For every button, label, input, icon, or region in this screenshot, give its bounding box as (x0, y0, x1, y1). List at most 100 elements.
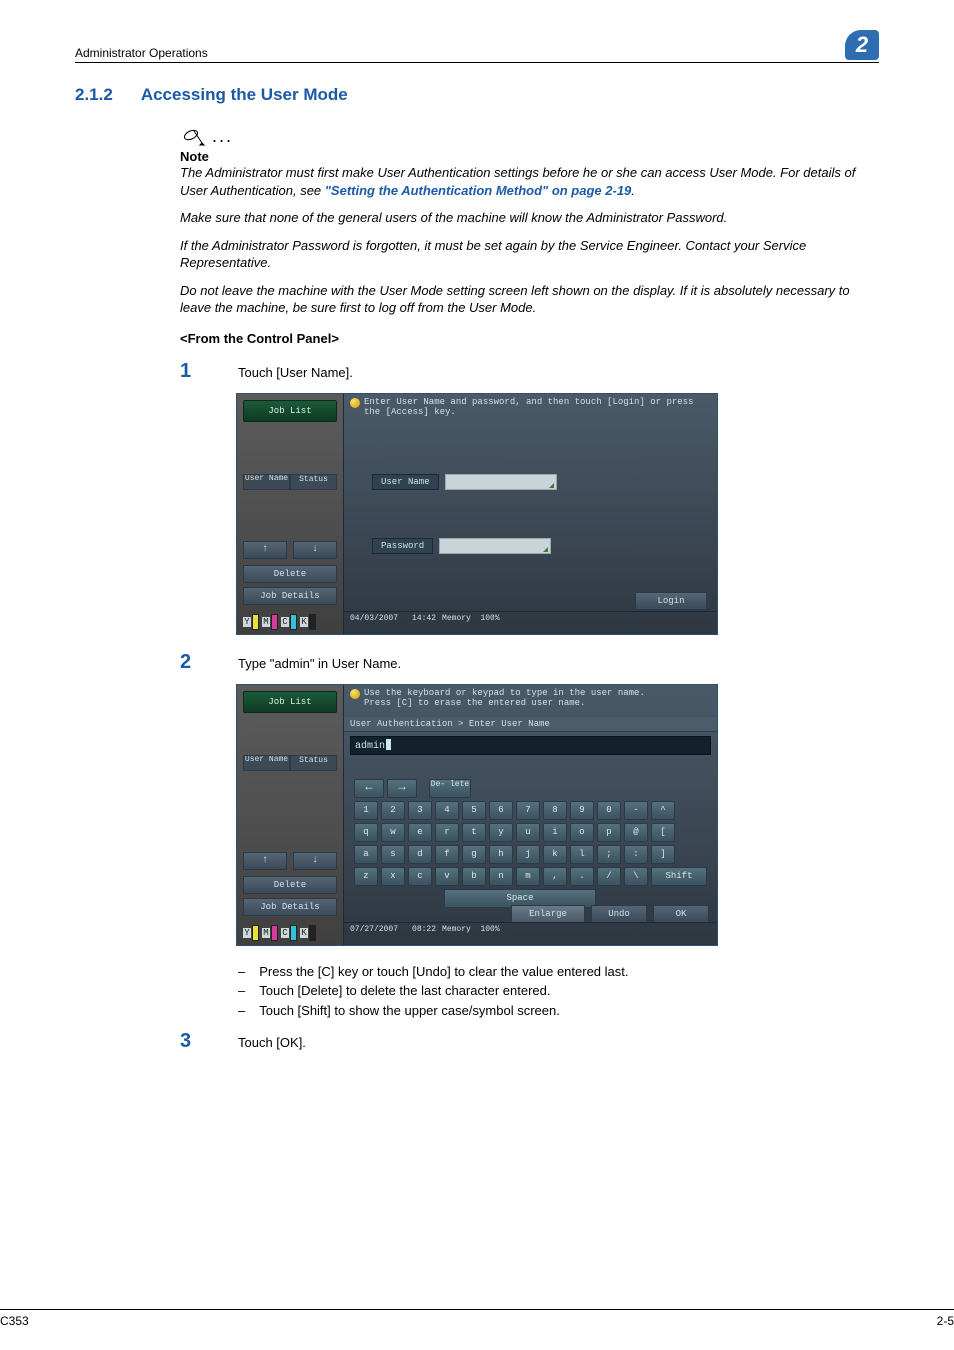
key-q[interactable]: q (354, 823, 378, 842)
key-h[interactable]: h (489, 845, 513, 864)
breadcrumb: User Authentication > Enter User Name (344, 717, 717, 732)
key-b[interactable]: b (462, 867, 486, 886)
key-left[interactable]: ← (354, 779, 384, 798)
key-2[interactable]: 2 (381, 801, 405, 820)
key-o[interactable]: o (570, 823, 594, 842)
key--[interactable]: - (624, 801, 648, 820)
key-v[interactable]: v (435, 867, 459, 886)
key-shift[interactable]: Shift (651, 867, 707, 886)
key-delete[interactable]: De- lete (429, 779, 471, 798)
key-g[interactable]: g (462, 845, 486, 864)
key-k[interactable]: k (543, 845, 567, 864)
step-3-number: 3 (180, 1030, 238, 1053)
bullet-2: Touch [Delete] to delete the last charac… (259, 981, 550, 1001)
key-x[interactable]: x (381, 867, 405, 886)
delete-button[interactable]: Delete (243, 565, 337, 583)
job-details-button[interactable]: Job Details (243, 587, 337, 605)
tab-status-2[interactable]: Status (290, 755, 337, 771)
key-\[interactable]: \ (624, 867, 648, 886)
arrow-down-button-2[interactable]: ↓ (293, 852, 337, 870)
key-@[interactable]: @ (624, 823, 648, 842)
key-3[interactable]: 3 (408, 801, 432, 820)
key-c[interactable]: c (408, 867, 432, 886)
step-1-text: Touch [User Name]. (238, 364, 879, 382)
key-d[interactable]: d (408, 845, 432, 864)
tab-user-name[interactable]: User Name (243, 474, 290, 490)
arrow-up-button[interactable]: ↑ (243, 541, 287, 559)
key-^[interactable]: ^ (651, 801, 675, 820)
arrow-up-button-2[interactable]: ↑ (243, 852, 287, 870)
key-j[interactable]: j (516, 845, 540, 864)
key-w[interactable]: w (381, 823, 405, 842)
key-[[interactable]: [ (651, 823, 675, 842)
enlarge-button[interactable]: Enlarge (511, 905, 585, 923)
user-name-field[interactable] (445, 474, 557, 490)
undo-button[interactable]: Undo (591, 905, 647, 923)
key-l[interactable]: l (570, 845, 594, 864)
header-section: Administrator Operations (75, 46, 208, 60)
entered-user-name-field[interactable]: admin (350, 736, 711, 755)
ok-button[interactable]: OK (653, 905, 709, 923)
job-list-button-2[interactable]: Job List (243, 691, 337, 713)
tab-user-name-2[interactable]: User Name (243, 755, 290, 771)
note-link-auth-method[interactable]: "Setting the Authentication Method" on p… (325, 183, 632, 198)
job-list-button[interactable]: Job List (243, 400, 337, 422)
note-paragraph-4: Do not leave the machine with the User M… (180, 282, 879, 317)
key-9[interactable]: 9 (570, 801, 594, 820)
memory-label: Memory (442, 614, 471, 623)
key-:[interactable]: : (624, 845, 648, 864)
bullet-dash: – (238, 962, 245, 982)
key-/[interactable]: / (597, 867, 621, 886)
key-t[interactable]: t (462, 823, 486, 842)
step-2-text: Type "admin" in User Name. (238, 655, 879, 673)
password-field[interactable] (439, 538, 551, 554)
key-z[interactable]: z (354, 867, 378, 886)
footer-model: C353 (0, 1314, 29, 1328)
key-a[interactable]: a (354, 845, 378, 864)
entered-user-name-value: admin (355, 741, 385, 752)
key-8[interactable]: 8 (543, 801, 567, 820)
step-1-number: 1 (180, 360, 238, 383)
key-7[interactable]: 7 (516, 801, 540, 820)
key-f[interactable]: f (435, 845, 459, 864)
key-1[interactable]: 1 (354, 801, 378, 820)
key-0[interactable]: 0 (597, 801, 621, 820)
step-3-text: Touch [OK]. (238, 1034, 879, 1052)
section-title: Accessing the User Mode (141, 85, 348, 105)
key-s[interactable]: s (381, 845, 405, 864)
key-.[interactable]: . (570, 867, 594, 886)
toner-levels-2: Y M C K (243, 925, 337, 941)
job-details-button-2[interactable]: Job Details (243, 898, 337, 916)
key-n[interactable]: n (489, 867, 513, 886)
arrow-down-button[interactable]: ↓ (293, 541, 337, 559)
key-,[interactable]: , (543, 867, 567, 886)
key-][interactable]: ] (651, 845, 675, 864)
memory-label-2: Memory (442, 925, 471, 934)
key-5[interactable]: 5 (462, 801, 486, 820)
key-u[interactable]: u (516, 823, 540, 842)
login-button[interactable]: Login (635, 592, 707, 610)
panel1-date: 04/03/2007 (350, 614, 398, 632)
from-control-panel-heading: <From the Control Panel> (180, 331, 879, 346)
key-6[interactable]: 6 (489, 801, 513, 820)
key-e[interactable]: e (408, 823, 432, 842)
key-m[interactable]: m (516, 867, 540, 886)
keyboard-hint-text: Use the keyboard or keypad to type in th… (364, 688, 645, 708)
bullet-3: Touch [Shift] to show the upper case/sym… (259, 1001, 560, 1021)
key-r[interactable]: r (435, 823, 459, 842)
panel2-time: 08:22 (412, 925, 436, 943)
key-i[interactable]: i (543, 823, 567, 842)
key-p[interactable]: p (597, 823, 621, 842)
section-number: 2.1.2 (75, 85, 113, 105)
delete-button-2[interactable]: Delete (243, 876, 337, 894)
key-y[interactable]: y (489, 823, 513, 842)
onscreen-keyboard: ← → De- lete 1234567890-^ qwertyuiop@[ a… (344, 769, 717, 908)
key-right[interactable]: → (387, 779, 417, 798)
step-2-number: 2 (180, 651, 238, 674)
key-;[interactable]: ; (597, 845, 621, 864)
key-4[interactable]: 4 (435, 801, 459, 820)
memory-pct-2: 100% (480, 925, 499, 934)
note-paragraph-2: Make sure that none of the general users… (180, 209, 879, 227)
tab-status[interactable]: Status (290, 474, 337, 490)
note-p1-post: . (631, 183, 635, 198)
